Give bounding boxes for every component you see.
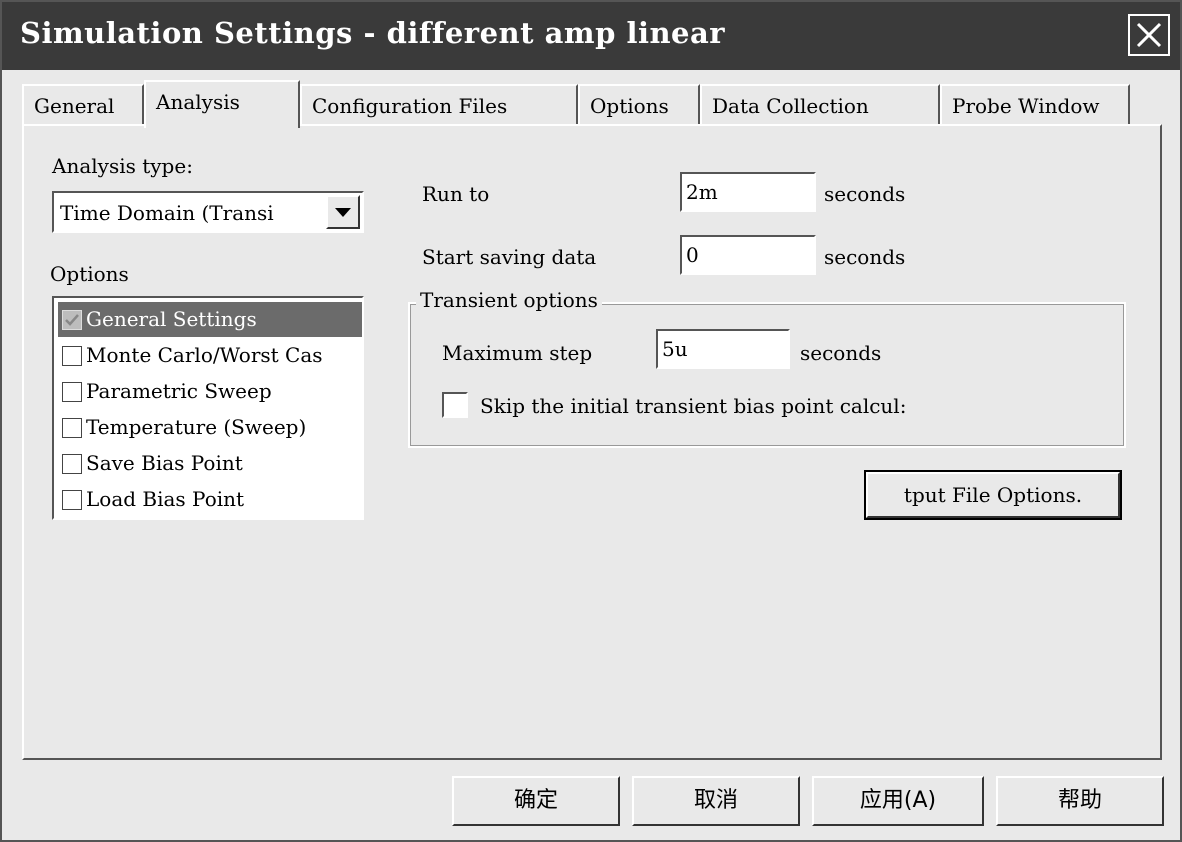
skip-bias-checkbox[interactable] [442,392,468,418]
start-saving-input[interactable]: 0 [680,235,816,275]
list-item-label: Save Bias Point [86,451,243,475]
tab-configuration-files[interactable]: Configuration Files [300,84,578,124]
close-button[interactable] [1128,14,1170,56]
list-item-monte-carlo[interactable]: Monte Carlo/Worst Cas [58,338,362,373]
tab-options[interactable]: Options [578,84,700,124]
analysis-type-dropdown[interactable]: Time Domain (Transi [52,191,364,233]
cancel-button[interactable]: 取消 [632,776,800,826]
checkbox[interactable] [62,346,82,366]
list-item-general-settings[interactable]: General Settings [58,302,362,337]
start-saving-label: Start saving data [422,245,597,269]
check-icon [65,314,79,326]
output-file-options-button[interactable]: tput File Options. [864,470,1122,520]
maximum-step-input[interactable]: 5u [656,329,790,369]
run-to-input[interactable]: 2m [680,172,816,212]
options-label: Options [50,262,129,286]
checkbox[interactable] [62,382,82,402]
transient-options-title: Transient options [416,288,602,312]
checkbox[interactable] [62,310,82,330]
tab-data-collection[interactable]: Data Collection [700,84,940,124]
analysis-type-label: Analysis type: [52,154,193,178]
ok-button[interactable]: 确定 [452,776,620,826]
tab-general[interactable]: General [22,84,144,124]
tab-analysis[interactable]: Analysis [144,80,300,128]
list-item-label: Load Bias Point [86,487,245,511]
dropdown-button[interactable] [326,195,360,229]
list-item-label: Parametric Sweep [86,379,272,403]
list-item-label: Temperature (Sweep) [86,415,307,439]
list-item-save-bias-point[interactable]: Save Bias Point [58,446,362,481]
maximum-step-unit: seconds [800,341,882,365]
run-to-unit: seconds [824,182,906,206]
transient-options-group [408,302,1126,448]
checkbox[interactable] [62,418,82,438]
options-list[interactable]: General Settings Monte Carlo/Worst Cas P… [52,296,364,520]
apply-button[interactable]: 应用(A) [812,776,984,826]
maximum-step-label: Maximum step [442,341,593,365]
skip-bias-label: Skip the initial transient bias point ca… [480,394,907,418]
chevron-down-icon [335,208,351,217]
list-item-label: Monte Carlo/Worst Cas [86,343,323,367]
title-bar[interactable]: Simulation Settings - different amp line… [2,2,1180,70]
list-item-load-bias-point[interactable]: Load Bias Point [58,482,362,517]
checkbox[interactable] [62,454,82,474]
close-icon [1136,22,1162,48]
checkbox[interactable] [62,490,82,510]
list-item-parametric-sweep[interactable]: Parametric Sweep [58,374,362,409]
help-button[interactable]: 帮助 [996,776,1164,826]
start-saving-unit: seconds [824,245,906,269]
run-to-label: Run to [422,182,490,206]
tab-probe-window[interactable]: Probe Window [940,84,1130,124]
list-item-label: General Settings [86,307,257,331]
simulation-settings-dialog: Simulation Settings - different amp line… [0,0,1182,842]
analysis-type-value: Time Domain (Transi [60,201,274,225]
window-title: Simulation Settings - different amp line… [20,16,726,50]
list-item-temperature-sweep[interactable]: Temperature (Sweep) [58,410,362,445]
